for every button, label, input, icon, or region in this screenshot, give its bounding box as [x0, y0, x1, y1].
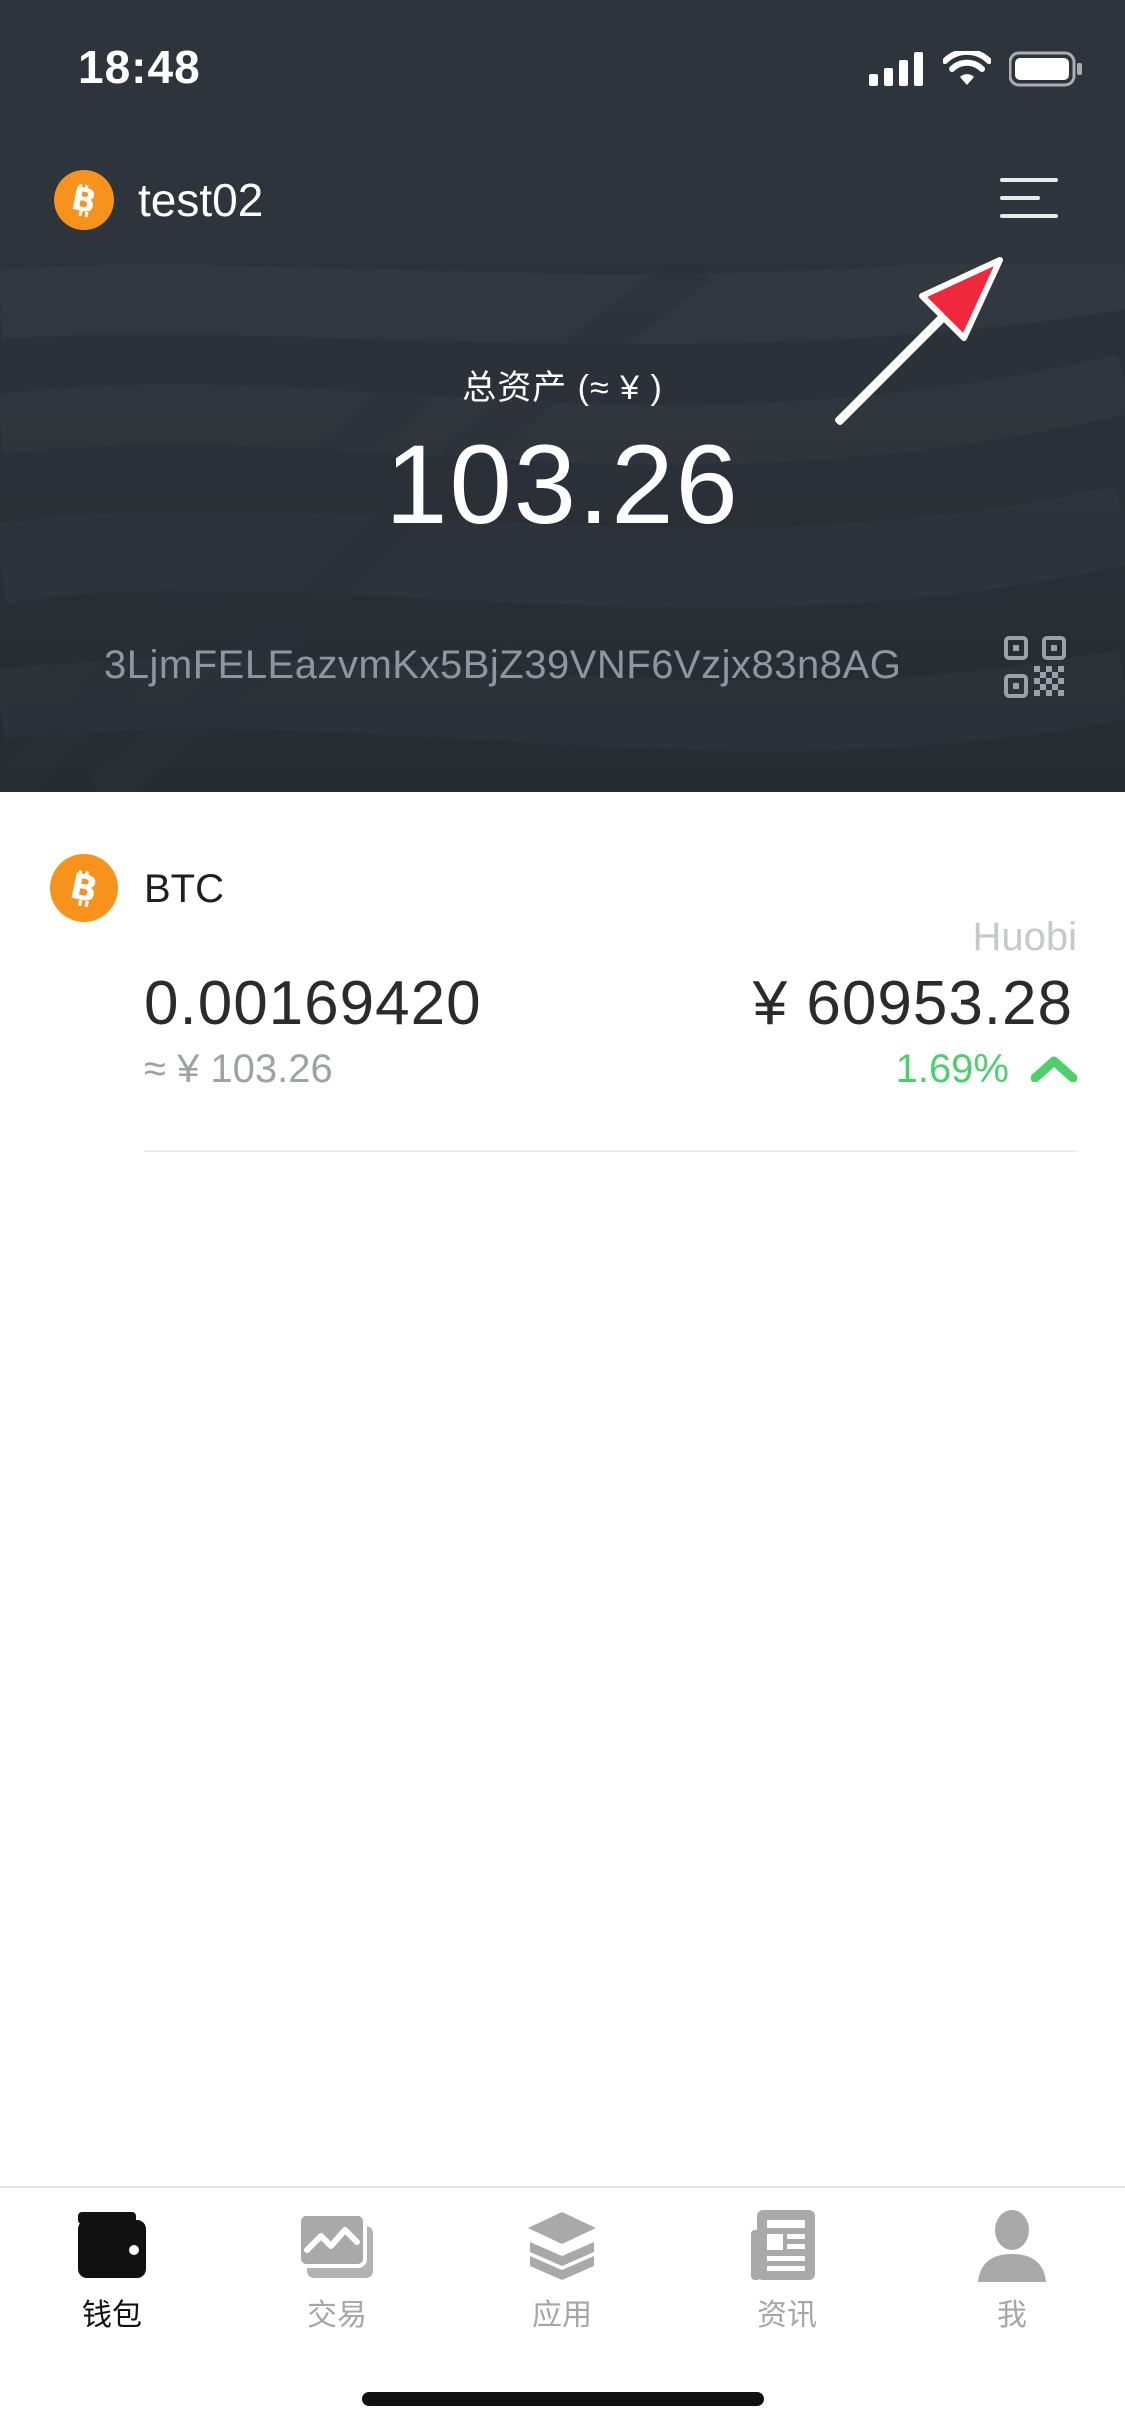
tab-label: 交易	[307, 2299, 367, 2332]
trend-up-icon	[1031, 1056, 1077, 1082]
user-icon	[972, 2208, 1052, 2284]
price-change-value: 1.69%	[895, 1047, 1009, 1091]
tab-news[interactable]: 资讯	[707, 2208, 867, 2358]
annotation-arrow	[835, 257, 1003, 425]
asset-balance-cny: ≈ ¥ 103.26	[144, 1047, 333, 1091]
news-icon	[747, 2208, 827, 2284]
asset-symbol: BTC	[144, 867, 224, 911]
layers-icon	[522, 2208, 602, 2284]
bitcoin-icon: B	[54, 170, 114, 230]
tab-label: 我	[997, 2299, 1027, 2332]
asset-price: ¥ 60953.28	[752, 969, 1073, 1038]
row-divider	[144, 1150, 1077, 1152]
tab-me[interactable]: 我	[932, 2208, 1092, 2358]
wallet-name[interactable]: test02	[138, 172, 263, 228]
home-indicator[interactable]	[362, 2392, 764, 2406]
trade-chart-icon	[297, 2208, 377, 2284]
qr-code-icon[interactable]	[1004, 636, 1066, 698]
wifi-icon	[943, 51, 991, 85]
svg-text:B: B	[68, 180, 100, 220]
tab-label: 钱包	[82, 2299, 142, 2332]
status-time: 18:48	[78, 41, 201, 93]
asset-balance: 0.00169420	[144, 969, 482, 1038]
bitcoin-icon: B	[50, 854, 118, 922]
tab-apps[interactable]: 应用	[482, 2208, 642, 2358]
tab-trade[interactable]: 交易	[257, 2208, 417, 2358]
price-change: 1.69%	[896, 1044, 1077, 1094]
cellular-signal-icon	[869, 52, 923, 86]
total-assets-label: 总资产 (≈ ¥ )	[462, 369, 663, 407]
hamburger-menu-icon[interactable]	[1000, 172, 1066, 224]
wallet-icon	[72, 2208, 152, 2284]
battery-icon	[1009, 51, 1082, 87]
tab-label: 应用	[532, 2299, 592, 2332]
wallet-address[interactable]: 3LjmFELEazvmKx5BjZ39VNF6Vzjx83n8AG	[104, 640, 901, 690]
wallet-header: 18:48 B test02 总资产 (≈ ¥ ) 103.26 3LjmFEL…	[0, 0, 1125, 792]
tab-wallet[interactable]: 钱包	[32, 2208, 192, 2358]
total-assets-value: 103.26	[385, 422, 740, 547]
svg-text:B: B	[66, 866, 101, 910]
status-icons	[869, 46, 1083, 92]
tab-label: 资讯	[757, 2299, 817, 2332]
price-source: Huobi	[972, 915, 1077, 959]
